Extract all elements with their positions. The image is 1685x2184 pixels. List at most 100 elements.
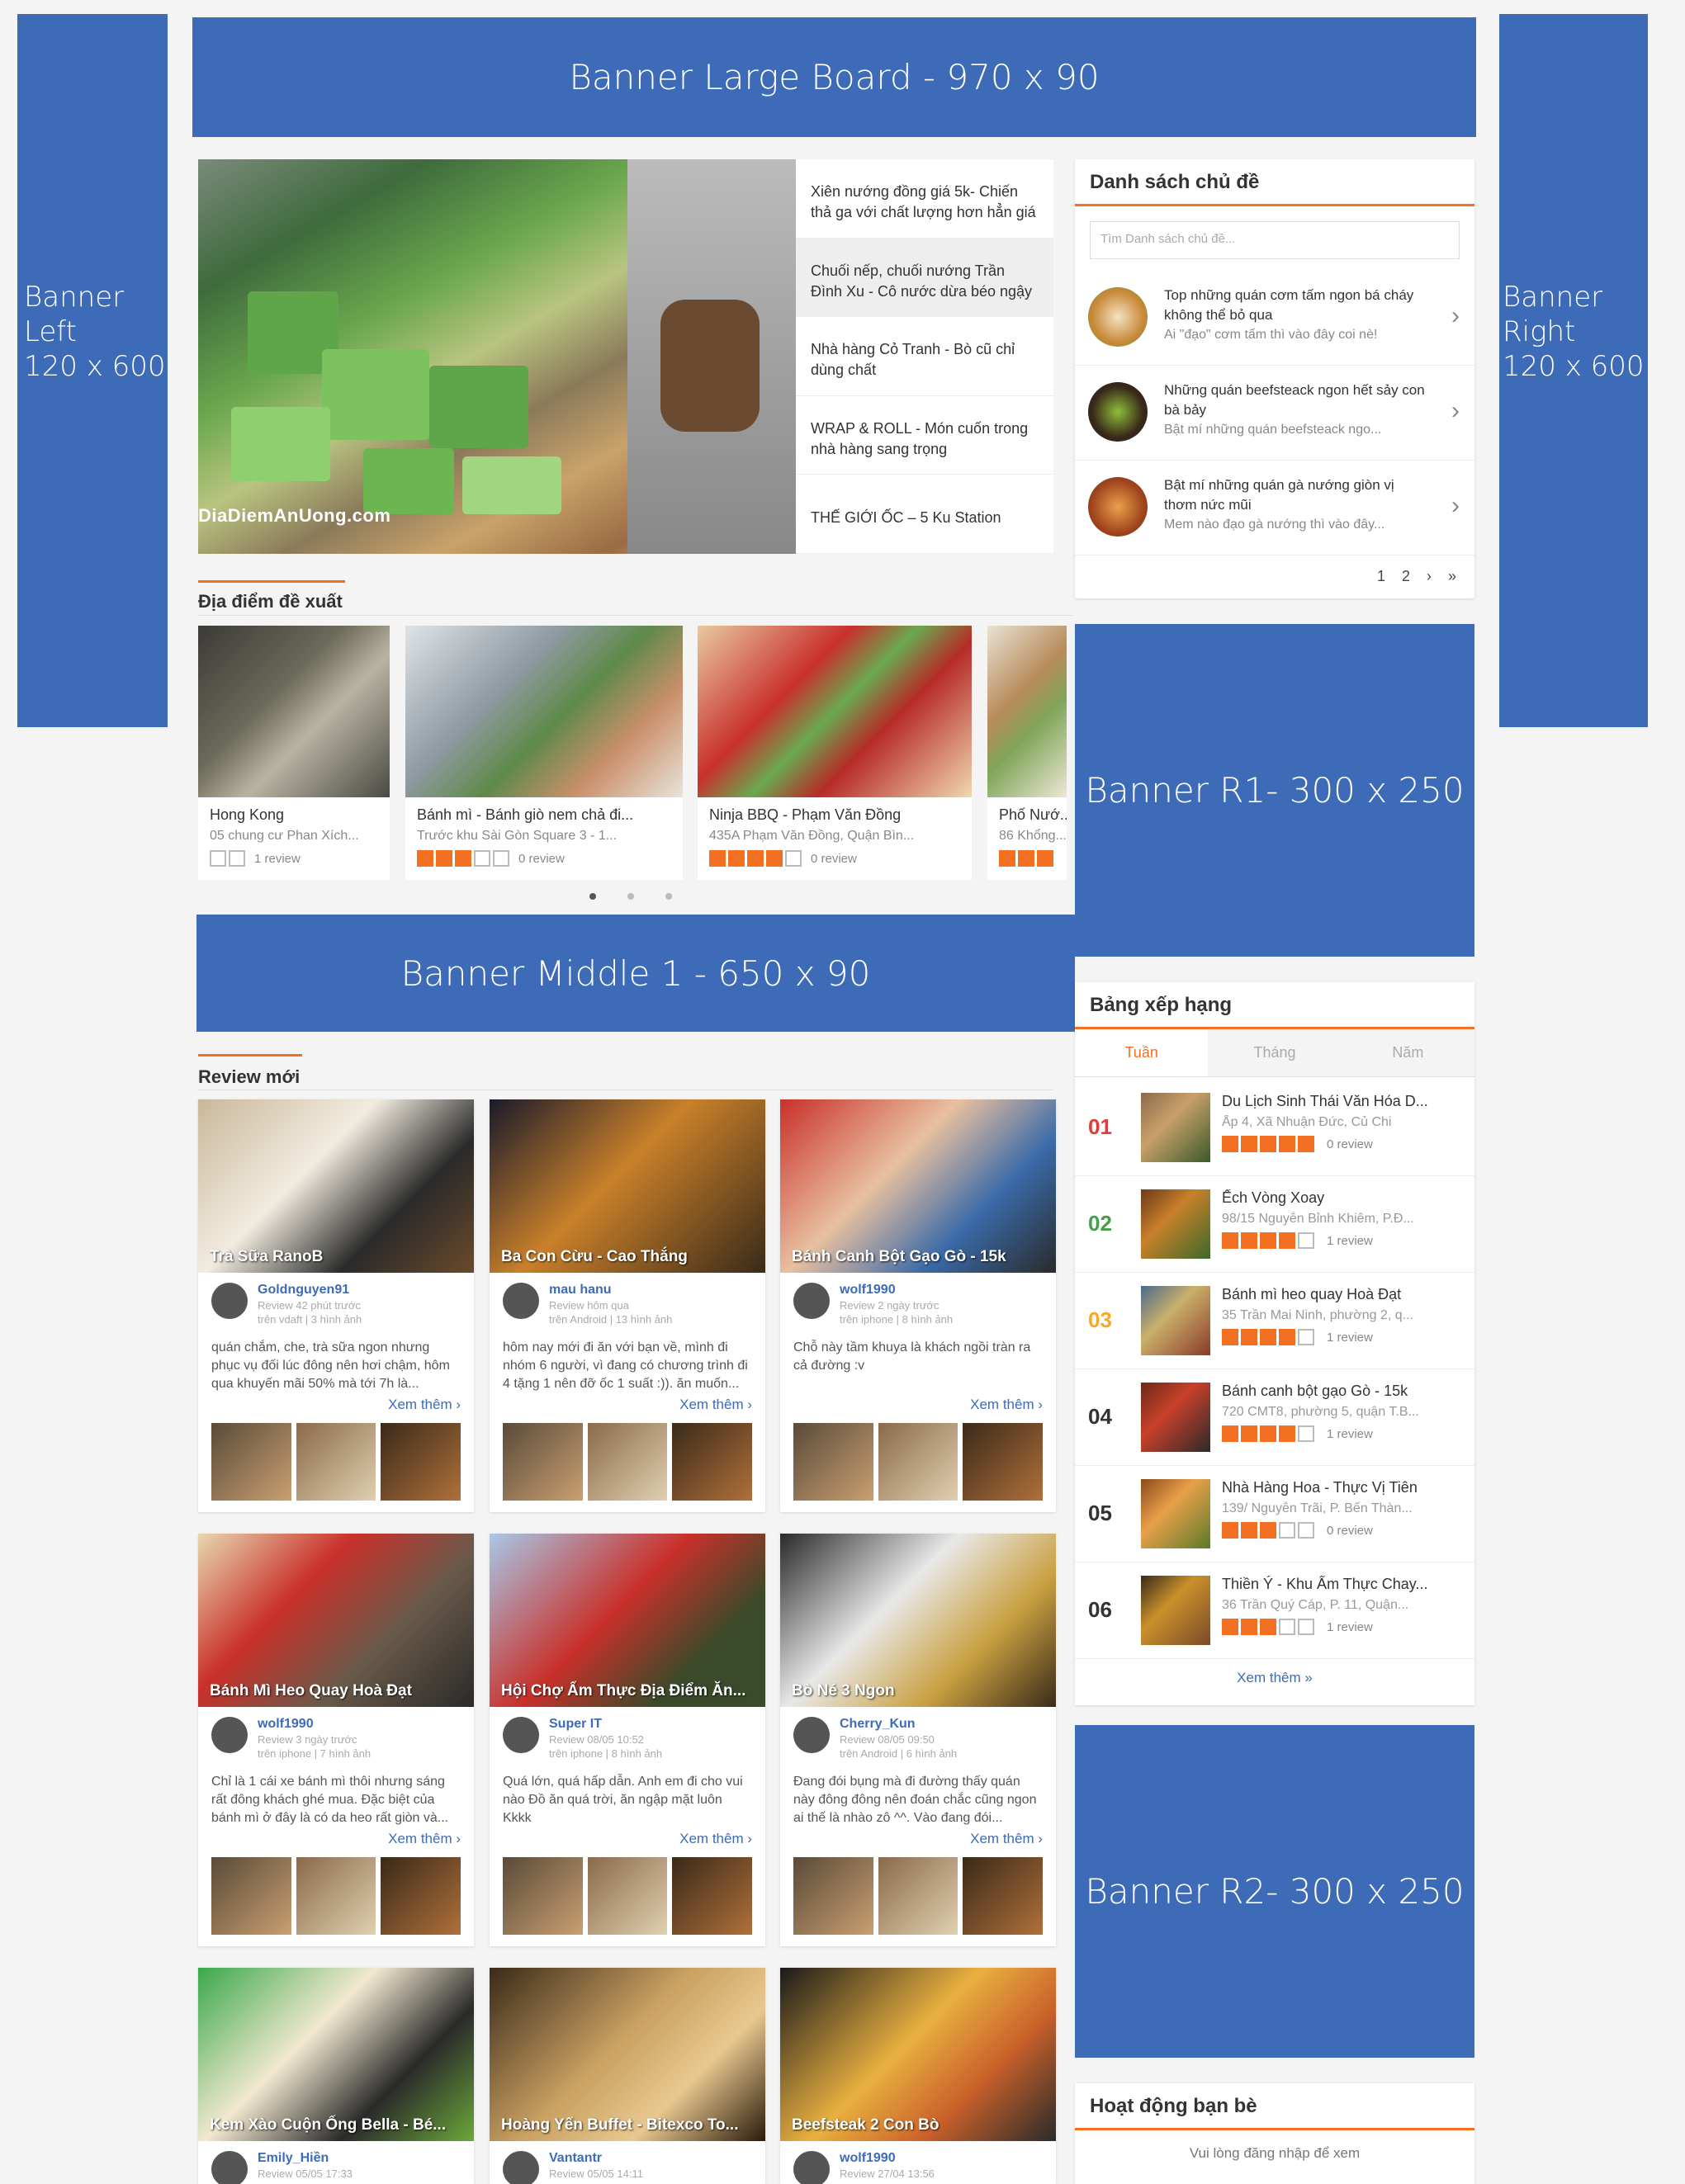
review-thumb[interactable]	[503, 1857, 583, 1935]
review-username[interactable]: wolf1990	[840, 2151, 896, 2166]
review-username[interactable]: wolf1990	[258, 1717, 314, 1732]
place-card[interactable]: Bánh mì - Bánh giò nem chả đi... Trước k…	[405, 626, 683, 880]
avatar[interactable]	[793, 1717, 830, 1753]
review-thumb[interactable]	[296, 1423, 376, 1501]
review-image[interactable]: Ba Con Cừu - Cao Thắng	[490, 1099, 765, 1273]
review-username[interactable]: Super IT	[549, 1717, 602, 1732]
review-thumb[interactable]	[503, 1423, 583, 1501]
place-card[interactable]: Phố Nướ... 86 Khổng...	[987, 626, 1067, 880]
avatar[interactable]	[503, 1283, 539, 1319]
review-image[interactable]: Kem Xào Cuộn Ống Bella - Bé...	[198, 1968, 474, 2141]
review-place-title[interactable]: Bò Né 3 Ngon	[792, 1682, 895, 1700]
banner-middle-1[interactable]: Banner Middle 1 - 650 x 90	[196, 915, 1075, 1032]
review-thumb[interactable]	[587, 1423, 668, 1501]
review-card[interactable]: Beefsteak 2 Con Bò wolf1990 Review 27/04 1…	[780, 1968, 1056, 2184]
review-image[interactable]: Bánh Canh Bột Gạo Gò - 15k	[780, 1099, 1056, 1273]
carousel-dot[interactable]	[665, 893, 672, 900]
review-image[interactable]: Trà Sữa RanoB	[198, 1099, 474, 1273]
tab-week[interactable]: Tuần	[1075, 1029, 1209, 1076]
review-more-link[interactable]: Xem thêm ›	[970, 1831, 1043, 1847]
topic-item[interactable]: Top những quán cơm tấm ngon bá cháy khôn…	[1075, 271, 1474, 366]
review-username[interactable]: mau hanu	[549, 1283, 612, 1298]
review-image[interactable]: Bò Né 3 Ngon	[780, 1534, 1056, 1707]
review-card[interactable]: Ba Con Cừu - Cao Thắng mau hanu Review hôm…	[490, 1099, 765, 1512]
avatar[interactable]	[503, 1717, 539, 1753]
featured-item[interactable]: Xiên nướng đồng giá 5k- Chiến thả ga với…	[796, 159, 1053, 239]
review-card[interactable]: Hoàng Yến Buffet - Bitexco To... Vantantr…	[490, 1968, 765, 2184]
featured-item[interactable]: Nhà hàng Cỏ Tranh - Bò cũ chỉ dùng chất	[796, 317, 1053, 396]
banner-r1[interactable]: Banner R1- 300 x 250	[1075, 624, 1474, 957]
ranking-more-link[interactable]: Xem thêm »	[1075, 1670, 1474, 1686]
review-username[interactable]: Vantantr	[549, 2151, 602, 2166]
review-card[interactable]: Trà Sữa RanoB Goldnguyen91 Review 42 phút …	[198, 1099, 474, 1512]
place-card[interactable]: Ninja BBQ - Phạm Văn Đồng 435A Phạm Văn …	[698, 626, 972, 880]
review-place-title[interactable]: Bánh Mì Heo Quay Hoà Đạt	[210, 1682, 412, 1700]
review-image[interactable]: Hội Chợ Ẩm Thực Địa Điểm Ăn...	[490, 1534, 765, 1707]
tab-month[interactable]: Tháng	[1208, 1029, 1342, 1076]
ranking-item[interactable]: 05 Nhà Hàng Hoa - Thực Vị Tiên 139/ Nguyễn…	[1075, 1466, 1474, 1562]
review-thumb[interactable]	[793, 1423, 873, 1501]
banner-r2[interactable]: Banner R2- 300 x 250	[1075, 1725, 1474, 2058]
review-image[interactable]: Beefsteak 2 Con Bò	[780, 1968, 1056, 2141]
carousel-dot[interactable]	[627, 893, 634, 900]
ranking-item[interactable]: 03 Bánh mì heo quay Hoà Đạt 35 Trần Mai Ni…	[1075, 1273, 1474, 1369]
topic-item[interactable]: Những quán beefsteack ngon hết sảy con b…	[1075, 366, 1474, 461]
review-more-link[interactable]: Xem thêm ›	[388, 1397, 461, 1413]
review-place-title[interactable]: Beefsteak 2 Con Bò	[792, 2116, 939, 2134]
page-last[interactable]: »	[1448, 568, 1456, 585]
ranking-item[interactable]: 06 Thiền Ý - Khu Ẩm Thực Chay... 36 Trần Q…	[1075, 1562, 1474, 1659]
avatar[interactable]	[211, 1717, 248, 1753]
review-thumb[interactable]	[587, 1857, 668, 1935]
avatar[interactable]	[503, 2151, 539, 2184]
avatar[interactable]	[211, 1283, 248, 1319]
review-more-link[interactable]: Xem thêm ›	[679, 1831, 752, 1847]
topics-search-input[interactable]: Tìm Danh sách chủ đề...	[1090, 221, 1460, 259]
featured-item[interactable]: WRAP & ROLL - Món cuốn trong nhà hàng sa…	[796, 396, 1053, 475]
review-thumb[interactable]	[963, 1857, 1044, 1935]
review-thumb[interactable]	[211, 1857, 291, 1935]
review-thumb[interactable]	[211, 1423, 291, 1501]
review-place-title[interactable]: Bánh Canh Bột Gạo Gò - 15k	[792, 1248, 1006, 1266]
review-username[interactable]: Emily_Hiền	[258, 2151, 329, 2166]
tab-year[interactable]: Năm	[1341, 1029, 1474, 1076]
review-thumb[interactable]	[381, 1857, 461, 1935]
review-username[interactable]: Cherry_Kun	[840, 1717, 916, 1732]
avatar[interactable]	[793, 2151, 830, 2184]
featured-item-active[interactable]: Chuối nếp, chuối nướng Trần Đình Xu - Cô…	[796, 238, 1053, 318]
featured-item[interactable]: THẾ GIỚI ỐC – 5 Ku Station	[796, 475, 1053, 554]
review-thumb[interactable]	[793, 1857, 873, 1935]
topic-item[interactable]: Bật mí những quán gà nướng giòn vị thơm …	[1075, 461, 1474, 555]
banner-left[interactable]: Banner Left 120 x 600	[17, 14, 168, 727]
review-username[interactable]: Goldnguyen91	[258, 1283, 349, 1298]
ranking-item[interactable]: 02 Ếch Vòng Xoay 98/15 Nguyễn Bỉnh Khiêm, …	[1075, 1176, 1474, 1273]
ranking-item[interactable]: 04 Bánh canh bột gạo Gò - 15k 720 CMT8, ph…	[1075, 1369, 1474, 1466]
review-thumb[interactable]	[381, 1423, 461, 1501]
place-card[interactable]: Hong Kong 05 chung cư Phan Xích... 1 rev…	[198, 626, 390, 880]
review-more-link[interactable]: Xem thêm ›	[679, 1397, 752, 1413]
review-thumb[interactable]	[672, 1857, 753, 1935]
review-place-title[interactable]: Ba Con Cừu - Cao Thắng	[501, 1248, 688, 1266]
page-link[interactable]: 2	[1402, 568, 1410, 585]
featured-image[interactable]	[198, 159, 796, 554]
review-username[interactable]: wolf1990	[840, 1283, 896, 1298]
review-card[interactable]: Kem Xào Cuộn Ống Bella - Bé... Emily_Hiền…	[198, 1968, 474, 2184]
review-image[interactable]: Hoàng Yến Buffet - Bitexco To...	[490, 1968, 765, 2141]
review-thumb[interactable]	[878, 1423, 958, 1501]
review-thumb[interactable]	[672, 1423, 753, 1501]
review-thumb[interactable]	[296, 1857, 376, 1935]
review-card[interactable]: Hội Chợ Ẩm Thực Địa Điểm Ăn... Super IT Re…	[490, 1534, 765, 1946]
banner-right[interactable]: Banner Right 120 x 600	[1499, 14, 1648, 727]
page-link[interactable]: 1	[1377, 568, 1385, 585]
review-card[interactable]: Bánh Canh Bột Gạo Gò - 15k wolf1990 Review…	[780, 1099, 1056, 1512]
avatar[interactable]	[211, 2151, 248, 2184]
page-next[interactable]: ›	[1427, 568, 1432, 585]
banner-large-board[interactable]: Banner Large Board - 970 x 90	[192, 17, 1476, 137]
review-place-title[interactable]: Hội Chợ Ẩm Thực Địa Điểm Ăn...	[501, 1682, 745, 1700]
review-place-title[interactable]: Hoàng Yến Buffet - Bitexco To...	[501, 2116, 738, 2134]
avatar[interactable]	[793, 1283, 830, 1319]
review-place-title[interactable]: Trà Sữa RanoB	[210, 1248, 323, 1266]
review-more-link[interactable]: Xem thêm ›	[388, 1831, 461, 1847]
carousel-dot[interactable]	[589, 893, 596, 900]
review-image[interactable]: Bánh Mì Heo Quay Hoà Đạt	[198, 1534, 474, 1707]
review-card[interactable]: Bò Né 3 Ngon Cherry_Kun Review 08/05 09:50…	[780, 1534, 1056, 1946]
